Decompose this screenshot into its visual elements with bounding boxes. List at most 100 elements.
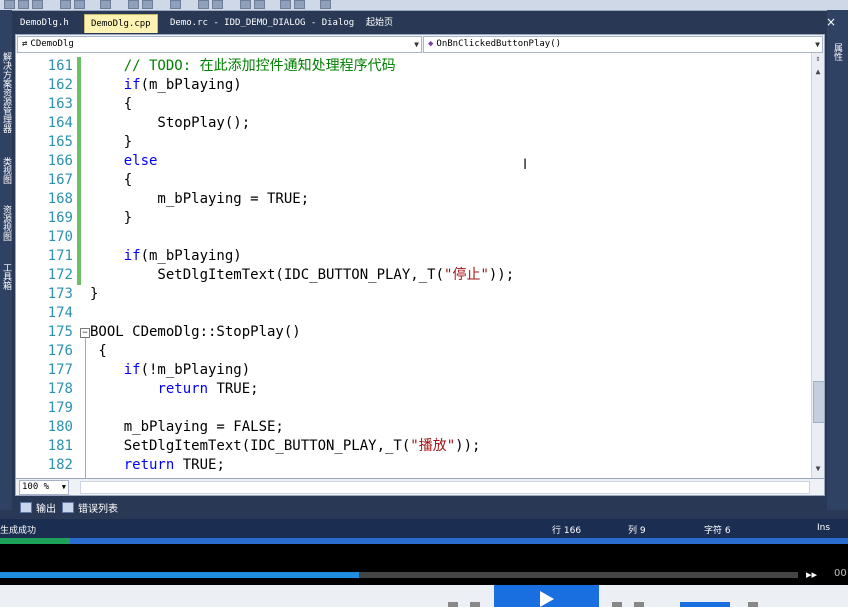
- scroll-up-icon[interactable]: ▲: [813, 67, 823, 79]
- code-text: BOOL CDemoDlg::StopPlay(): [90, 324, 301, 340]
- vertical-scrollbar[interactable]: ⇕ ▲ ▼: [811, 53, 824, 478]
- toolbar-button[interactable]: [4, 0, 15, 9]
- tab-demodlg-h[interactable]: DemoDlg.h: [14, 14, 75, 32]
- toolbar-button[interactable]: [18, 0, 29, 9]
- toolbar-button[interactable]: [294, 0, 305, 9]
- code-text: if(!m_bPlaying): [123, 362, 251, 378]
- code-line[interactable]: 181 SetDlgItemText(IDC_BUTTON_PLAY,_T("播…: [16, 437, 811, 456]
- dock-tab-solution-explorer[interactable]: 解决方案资源管理器: [1, 32, 11, 152]
- toolbar-button[interactable]: [128, 0, 139, 9]
- class-selector[interactable]: ⇄ CDemoDlg ▼: [17, 36, 422, 53]
- scroll-down-icon[interactable]: ▼: [813, 464, 823, 476]
- toolbar-button[interactable]: [198, 0, 209, 9]
- tab-error-list[interactable]: 错误列表: [62, 502, 118, 518]
- toolbar-button[interactable]: [100, 0, 111, 9]
- toolbar-button[interactable]: [60, 0, 71, 9]
- zoom-selector[interactable]: 100 % ▼: [19, 480, 69, 495]
- line-number: 177: [47, 362, 73, 378]
- code-line[interactable]: 172 SetDlgItemText(IDC_BUTTON_PLAY,_T("停…: [16, 266, 811, 285]
- volume-slider[interactable]: [680, 602, 730, 607]
- previous-icon[interactable]: [470, 602, 480, 607]
- toolbar-button[interactable]: [320, 0, 331, 9]
- code-text: StopPlay();: [90, 115, 251, 131]
- next-icon[interactable]: [612, 602, 622, 607]
- code-text: }: [90, 134, 133, 150]
- play-icon: [540, 591, 554, 607]
- split-icon[interactable]: ⇕: [813, 54, 823, 66]
- tab-start-page[interactable]: 起始页: [360, 14, 399, 32]
- code-line[interactable]: 168 m_bPlaying = TRUE;: [16, 190, 811, 209]
- dock-tab-properties[interactable]: 属性: [832, 34, 842, 70]
- dock-tab-resource-view[interactable]: 资源视图: [1, 202, 11, 244]
- play-button[interactable]: [494, 585, 599, 607]
- toolbar-button[interactable]: [32, 0, 43, 9]
- video-time: 00: [834, 568, 847, 579]
- toolbar-button[interactable]: [254, 0, 265, 9]
- line-number: 163: [47, 96, 73, 112]
- code-line[interactable]: 161 // TODO: 在此添加控件通知处理程序代码: [16, 57, 811, 76]
- change-marker: [77, 228, 81, 247]
- code-line[interactable]: 162 if(m_bPlaying): [16, 76, 811, 95]
- volume-icon[interactable]: [634, 602, 644, 607]
- toolbar-button[interactable]: [170, 0, 181, 9]
- toolbar-button[interactable]: [280, 0, 291, 9]
- code-line[interactable]: 165 }: [16, 133, 811, 152]
- close-icon[interactable]: ×: [826, 15, 836, 29]
- tab-output-label: 输出: [36, 504, 56, 515]
- code-line[interactable]: 182 return TRUE;: [16, 456, 811, 475]
- scrollbar-thumb[interactable]: [813, 381, 824, 423]
- member-selector[interactable]: ◆ OnBnClickedButtonPlay() ▼: [423, 36, 823, 53]
- code-text: // TODO: 在此添加控件通知处理程序代码: [123, 58, 396, 74]
- code-line[interactable]: 174: [16, 304, 811, 323]
- collapse-icon[interactable]: −: [80, 328, 90, 338]
- code-line[interactable]: 178 return TRUE;: [16, 380, 811, 399]
- line-number: 174: [47, 305, 73, 321]
- tab-demodlg-cpp[interactable]: DemoDlg.cpp: [84, 14, 158, 33]
- code-text: {: [90, 96, 133, 112]
- code-line[interactable]: 169 }: [16, 209, 811, 228]
- code-line[interactable]: 177 if(!m_bPlaying): [16, 361, 811, 380]
- code-line[interactable]: 179: [16, 399, 811, 418]
- code-line[interactable]: 164 StopPlay();: [16, 114, 811, 133]
- code-editor[interactable]: 161 // TODO: 在此添加控件通知处理程序代码 162 if(m_bPla…: [15, 53, 825, 478]
- change-marker: [77, 190, 81, 209]
- video-progress-bar[interactable]: [0, 572, 798, 578]
- tab-demo-rc-dialog[interactable]: Demo.rc - IDD_DEMO_DIALOG - Dialog: [164, 14, 360, 32]
- line-number: 173: [47, 286, 73, 302]
- line-number: 164: [47, 115, 73, 131]
- code-line[interactable]: 171 if(m_bPlaying): [16, 247, 811, 266]
- code-text: }: [90, 286, 99, 302]
- code-line[interactable]: 180 m_bPlaying = FALSE;: [16, 418, 811, 437]
- line-number: 171: [47, 248, 73, 264]
- change-marker: [77, 266, 81, 285]
- text-cursor-icon: I: [523, 157, 528, 173]
- settings-icon[interactable]: [748, 602, 758, 607]
- right-dock-panel: 属性: [827, 10, 848, 510]
- horizontal-scrollbar[interactable]: [80, 481, 810, 494]
- toolbar-button[interactable]: [74, 0, 85, 9]
- code-line[interactable]: 175− BOOL CDemoDlg::StopPlay(): [16, 323, 811, 342]
- change-marker: [77, 76, 81, 95]
- member-selector-label: OnBnClickedButtonPlay(): [436, 39, 562, 49]
- playlist-icon[interactable]: [448, 602, 458, 607]
- code-line[interactable]: 163 {: [16, 95, 811, 114]
- code-line[interactable]: 167 {: [16, 171, 811, 190]
- toolbar-strip: [0, 0, 848, 11]
- tab-output[interactable]: 输出: [20, 502, 56, 518]
- code-line[interactable]: 170: [16, 228, 811, 247]
- line-number: 166: [47, 153, 73, 169]
- toolbar-button[interactable]: [240, 0, 251, 9]
- code-line[interactable]: 173}: [16, 285, 811, 304]
- line-number: 170: [47, 229, 73, 245]
- code-line[interactable]: 176 {: [16, 342, 811, 361]
- dock-tab-toolbox[interactable]: 工具箱: [1, 256, 11, 296]
- editor-bottom-bar: 100 % ▼: [15, 478, 825, 496]
- toolbar-button[interactable]: [212, 0, 223, 9]
- status-char: 字符 6: [704, 526, 731, 536]
- line-number: 162: [47, 77, 73, 93]
- fast-forward-icon[interactable]: ▸▸: [806, 568, 817, 581]
- code-line[interactable]: 166 else: [16, 152, 811, 171]
- toolbar-button[interactable]: [142, 0, 153, 9]
- status-insert-mode: Ins: [817, 523, 831, 533]
- dock-tab-class-view[interactable]: 类视图: [1, 150, 11, 190]
